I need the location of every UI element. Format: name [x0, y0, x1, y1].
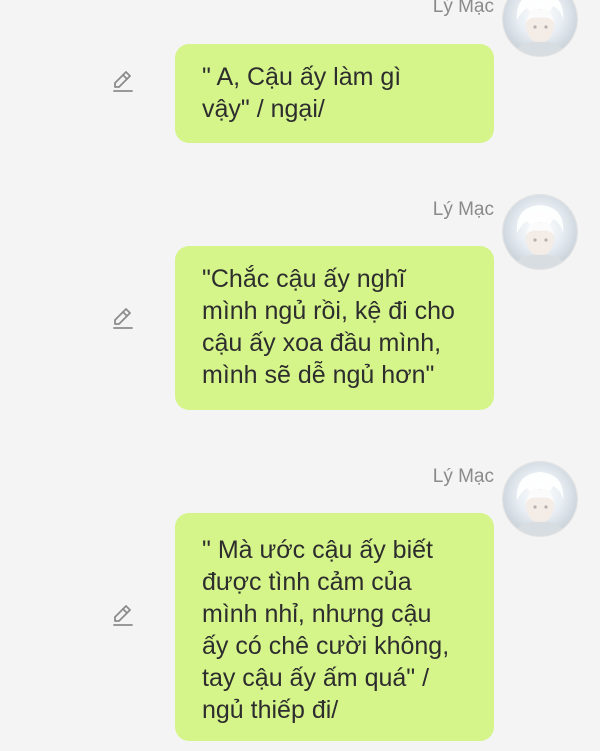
pencil-edit-icon[interactable] [110, 602, 136, 628]
pencil-edit-icon[interactable] [110, 305, 136, 331]
message-bubble[interactable]: "Chắc cậu ấy nghĩ mình ngủ rồi, kệ đi ch… [175, 246, 494, 410]
message-bubble[interactable]: " Mà ước cậu ấy biết được tình cảm của m… [175, 513, 494, 741]
sender-name: Lý Mạc [432, 199, 494, 220]
message-bubble[interactable]: " A, Cậu ấy làm gì vậy" / ngại/ [175, 44, 494, 143]
pencil-edit-icon[interactable] [110, 68, 136, 94]
avatar[interactable] [503, 462, 577, 536]
sender-name: Lý Mạc [432, 0, 494, 17]
avatar[interactable] [503, 195, 577, 269]
avatar[interactable] [503, 0, 577, 56]
sender-name: Lý Mạc [432, 466, 494, 487]
